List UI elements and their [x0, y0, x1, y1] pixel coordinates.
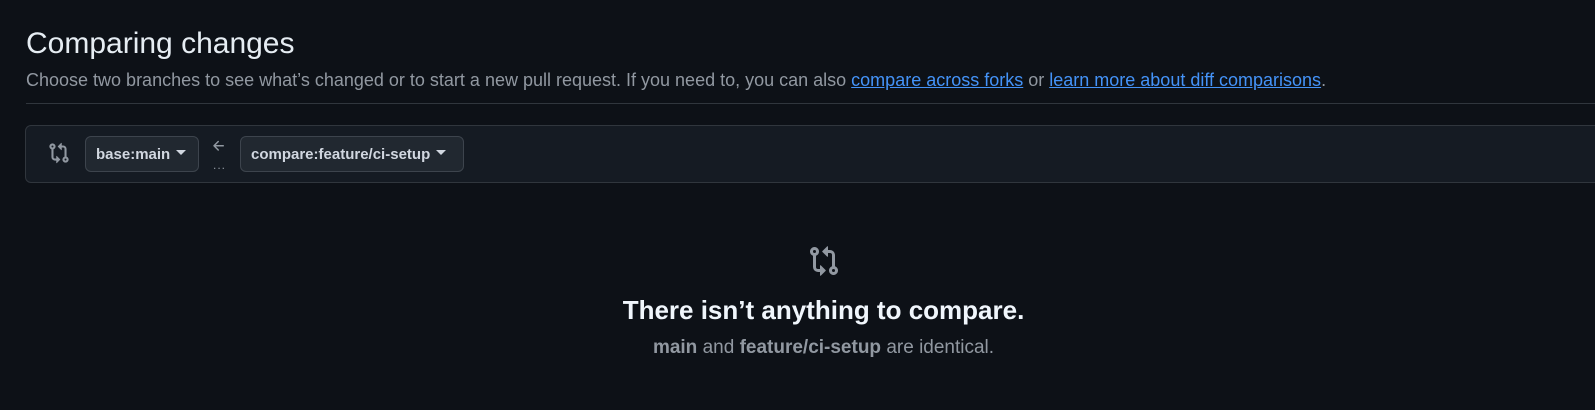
base-prefix: base: — [96, 145, 136, 163]
blankslate-title: There isn’t anything to compare. — [622, 295, 1025, 325]
range-direction: ... — [207, 138, 231, 172]
compare-branch-button[interactable]: compare: feature/ci-setup — [240, 136, 464, 172]
base-branch-name: main — [135, 145, 171, 163]
compare-branch-name: feature/ci-setup — [318, 145, 431, 163]
blankslate-branch-a: main — [652, 337, 698, 358]
blankslate-suffix: are identical. — [881, 337, 995, 358]
description-text: Choose two branches to see what’s change… — [26, 70, 852, 90]
compare-page: Comparing changes Choose two branches to… — [0, 0, 1595, 410]
caret-down-icon — [436, 149, 447, 155]
blankslate: There isn’t anything to compare. main an… — [0, 245, 1595, 361]
range-editor: base: main ... compare: feature/ci-setup — [25, 125, 1595, 183]
compare-prefix: compare: — [251, 145, 319, 163]
blankslate-and: and — [697, 337, 740, 358]
range-dots: ... — [213, 158, 227, 172]
arrow-left-icon — [213, 140, 224, 151]
compare-across-forks-link[interactable]: compare across forks — [851, 70, 1023, 90]
page-description: Choose two branches to see what’s change… — [26, 67, 1595, 93]
header-divider — [26, 103, 1595, 104]
description-or: or — [1023, 70, 1050, 90]
learn-more-link[interactable]: learn more about diff comparisons — [1049, 70, 1321, 90]
blankslate-branch-b: feature/ci-setup — [739, 337, 882, 358]
git-compare-icon — [809, 246, 838, 276]
description-suffix: . — [1321, 70, 1327, 90]
page-header: Comparing changes Choose two branches to… — [26, 24, 1595, 93]
caret-down-icon — [176, 149, 187, 155]
base-branch-button[interactable]: base: main — [85, 136, 199, 172]
git-compare-icon — [49, 142, 69, 164]
blankslate-description: main and feature/ci-setup are identical. — [26, 335, 1595, 361]
page-title: Comparing changes — [26, 27, 295, 60]
